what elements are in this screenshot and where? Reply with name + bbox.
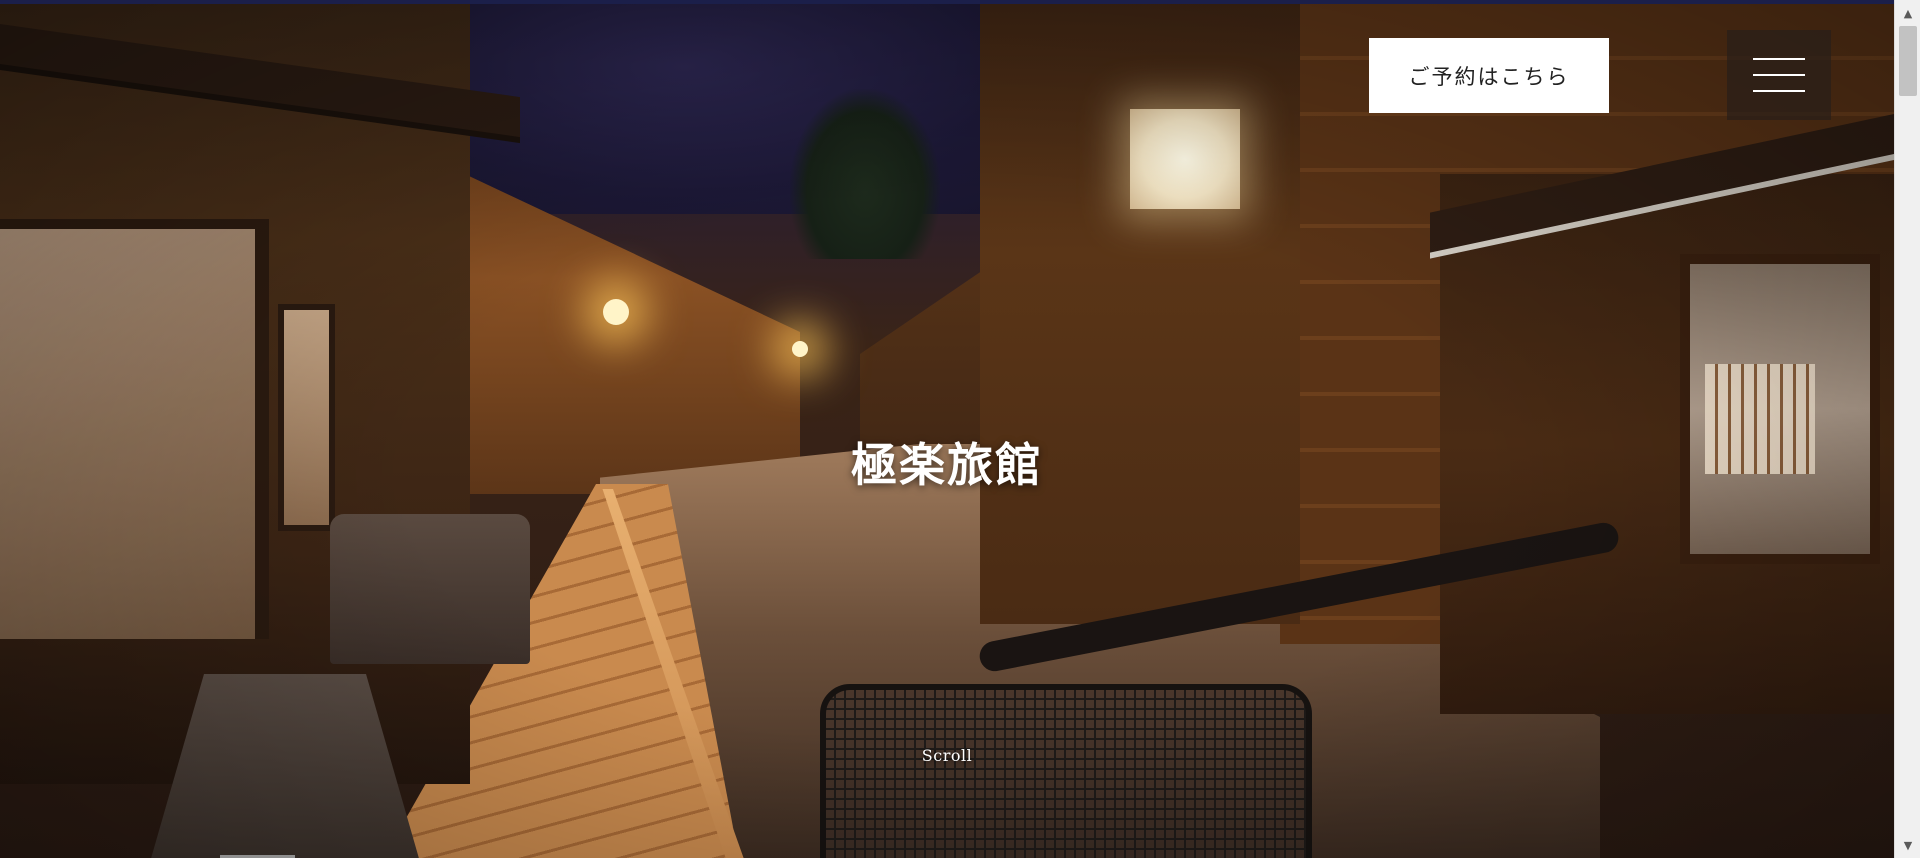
right-building-front [980,4,1300,624]
page: 極楽旅館 Scroll ご予約はこちら ▲ ▼ [0,0,1920,858]
reservation-button[interactable]: ご予約はこちら [1369,38,1609,113]
menu-line [1753,74,1805,76]
site-title: 極楽旅館 [851,437,1043,492]
bicycle-basket [820,684,1312,858]
top-accent-strip [0,0,1920,4]
tree-silhouette [790,89,940,259]
scroll-indicator[interactable]: Scroll [0,746,1894,765]
menu-line [1753,58,1805,60]
scroll-down-arrow-icon[interactable]: ▼ [1895,834,1920,856]
hamburger-menu-icon[interactable] [1727,30,1831,120]
menu-line [1753,90,1805,92]
left-small-window [278,304,335,531]
stone-bench [330,514,530,664]
scroll-thumb[interactable] [1899,26,1917,96]
vertical-scrollbar[interactable]: ▲ ▼ [1894,0,1920,858]
street-lamp [603,299,629,325]
square-lantern [1130,109,1240,209]
street-lamp [792,341,808,357]
scroll-up-arrow-icon[interactable]: ▲ [1895,2,1920,24]
